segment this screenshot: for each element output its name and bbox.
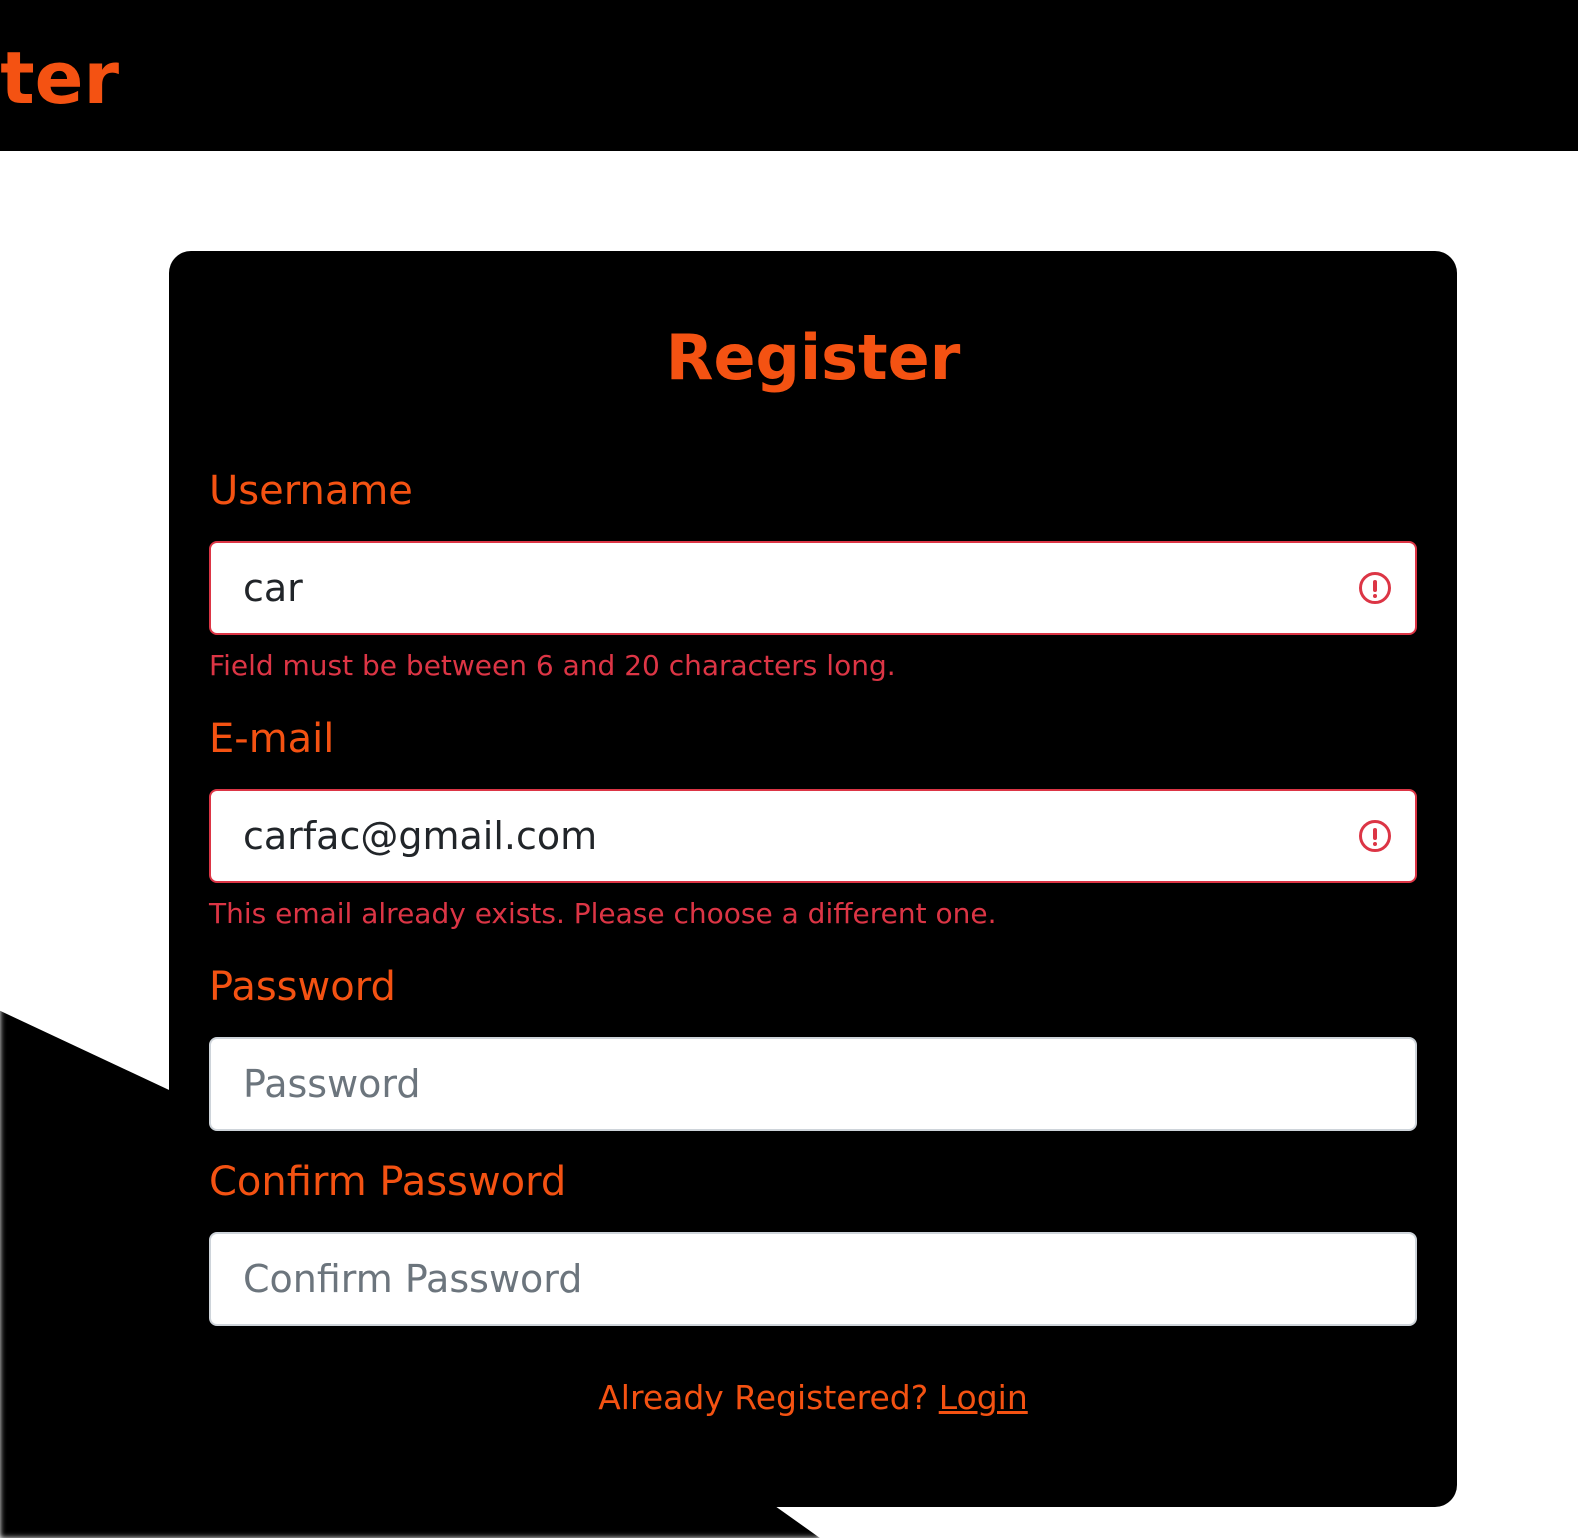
already-registered-text: Already Registered?: [598, 1378, 929, 1417]
login-prompt: Already Registered? Login: [169, 1378, 1457, 1418]
login-link[interactable]: Login: [939, 1378, 1028, 1417]
password-field-wrapper: [209, 1037, 1417, 1131]
email-error-message: This email already exists. Please choose…: [209, 897, 997, 930]
email-field-wrapper: [209, 789, 1417, 883]
email-input[interactable]: [211, 791, 1415, 881]
username-error-message: Field must be between 6 and 20 character…: [209, 649, 896, 682]
register-card: Register Username Field must be between …: [169, 251, 1457, 1507]
top-header: Critter: [0, 0, 1578, 151]
confirm-password-input[interactable]: [211, 1234, 1415, 1324]
confirm-password-label: Confirm Password: [209, 1159, 567, 1205]
brand-logo-text[interactable]: Critter: [0, 30, 119, 126]
username-field-wrapper: [209, 541, 1417, 635]
username-input[interactable]: [211, 543, 1415, 633]
exclamation-circle-icon: [1359, 572, 1391, 604]
password-label: Password: [209, 964, 396, 1010]
confirm-password-field-wrapper: [209, 1232, 1417, 1326]
form-title: Register: [665, 321, 961, 394]
email-label: E-mail: [209, 716, 335, 762]
username-label: Username: [209, 468, 413, 514]
exclamation-circle-icon: [1359, 820, 1391, 852]
password-input[interactable]: [211, 1039, 1415, 1129]
